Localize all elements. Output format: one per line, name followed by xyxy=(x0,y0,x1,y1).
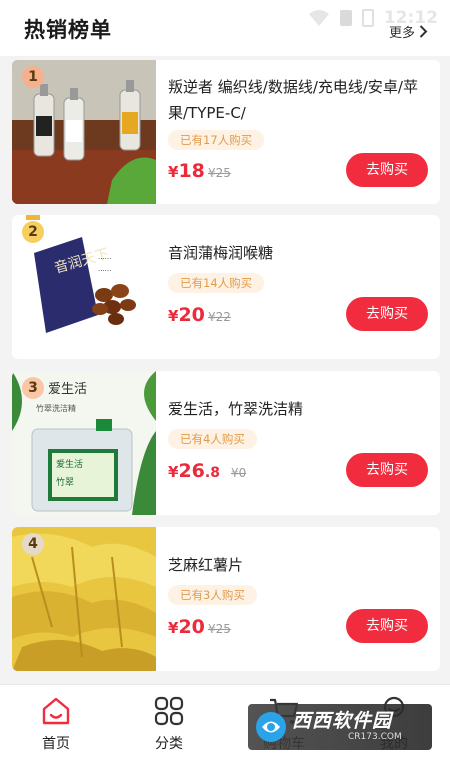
product-price: ¥20 xyxy=(168,304,205,326)
original-price: ¥0 xyxy=(231,466,247,480)
original-price: ¥25 xyxy=(208,166,231,180)
product-card[interactable]: 音润天下 ······ ······ 2 音润蒲梅润喉糖 已有14人购买 ¥20… xyxy=(12,215,440,359)
rank-badge: 4 xyxy=(22,533,44,555)
battery-icon xyxy=(361,9,374,27)
buy-button[interactable]: 去购买 xyxy=(346,153,428,187)
watermark: 西西软件园 CR173.COM xyxy=(248,704,432,750)
product-card[interactable]: 4 芝麻红薯片 已有3人购买 ¥20 ¥25 去购买 xyxy=(12,527,440,671)
product-image: 音润天下 ······ ······ 2 xyxy=(12,215,156,359)
hot-sales-page: 热销榜单 12:12 更多 1 叛逆者 编织线/数据线/充电线/安卓/苹果/TY… xyxy=(0,0,450,760)
sold-count-badge: 已有3人购买 xyxy=(168,585,257,605)
svg-text:爱生活: 爱生活 xyxy=(56,458,83,470)
product-price: ¥18 xyxy=(168,160,205,182)
product-name: 叛逆者 编织线/数据线/充电线/安卓/苹果/TYPE-C/ xyxy=(168,78,418,122)
buy-button[interactable]: 去购买 xyxy=(346,609,428,643)
header: 热销榜单 12:12 更多 xyxy=(0,0,450,56)
product-price: ¥26.8 xyxy=(168,460,220,482)
buy-button[interactable]: 去购买 xyxy=(346,297,428,331)
svg-text:······: ······ xyxy=(98,255,111,263)
product-name: 芝麻红薯片 xyxy=(168,556,244,574)
product-price: ¥20 xyxy=(168,616,205,638)
chevron-right-icon xyxy=(419,25,428,38)
rank-badge: 3 xyxy=(22,377,44,399)
label-line-text: 竹翠洗洁精 xyxy=(36,403,76,413)
sold-count-badge: 已有14人购买 xyxy=(168,273,265,293)
svg-text:······: ······ xyxy=(98,267,111,275)
rank-badge: 2 xyxy=(22,215,44,243)
watermark-text: 西西软件园 xyxy=(292,710,393,732)
svg-text:竹翠: 竹翠 xyxy=(56,476,74,488)
buy-button[interactable]: 去购买 xyxy=(346,453,428,487)
original-price: ¥25 xyxy=(208,622,231,636)
original-price: ¥22 xyxy=(208,310,231,324)
product-name: 音润蒲梅润喉糖 xyxy=(168,244,274,262)
product-name: 爱生活，竹翠洗洁精 xyxy=(168,400,304,418)
product-card[interactable]: 爱生活 竹翠 爱生活 竹翠洗洁精 3 爱生活，竹翠洗洁精 已有4人购买 ¥26.… xyxy=(12,371,440,515)
sold-count-badge: 已有17人购买 xyxy=(168,130,265,150)
more-label: 更多 xyxy=(388,26,415,41)
signal-icon xyxy=(339,10,352,26)
tab-label: 首页 xyxy=(42,736,70,752)
page-title: 热销榜单 xyxy=(24,18,112,42)
product-image: 爱生活 竹翠 爱生活 竹翠洗洁精 3 xyxy=(12,371,156,515)
watermark-sub: CR173.COM xyxy=(348,732,402,742)
sold-count-badge: 已有4人购买 xyxy=(168,429,257,449)
label-brand-text: 爱生活 xyxy=(48,382,87,397)
more-link[interactable]: 更多 xyxy=(389,22,428,41)
tab-home[interactable]: 首页 xyxy=(16,695,96,755)
grid-icon xyxy=(154,696,184,726)
tab-category[interactable]: 分类 xyxy=(129,695,209,755)
watermark-logo-icon xyxy=(256,712,286,742)
product-card[interactable]: 1 叛逆者 编织线/数据线/充电线/安卓/苹果/TYPE-C/ 已有17人购买 … xyxy=(12,60,440,204)
product-image: 4 xyxy=(12,527,156,671)
home-icon xyxy=(42,697,70,725)
tab-label: 分类 xyxy=(155,736,183,752)
rank-badge: 1 xyxy=(22,66,44,88)
product-image: 1 xyxy=(12,60,156,204)
wifi-icon xyxy=(308,10,329,26)
